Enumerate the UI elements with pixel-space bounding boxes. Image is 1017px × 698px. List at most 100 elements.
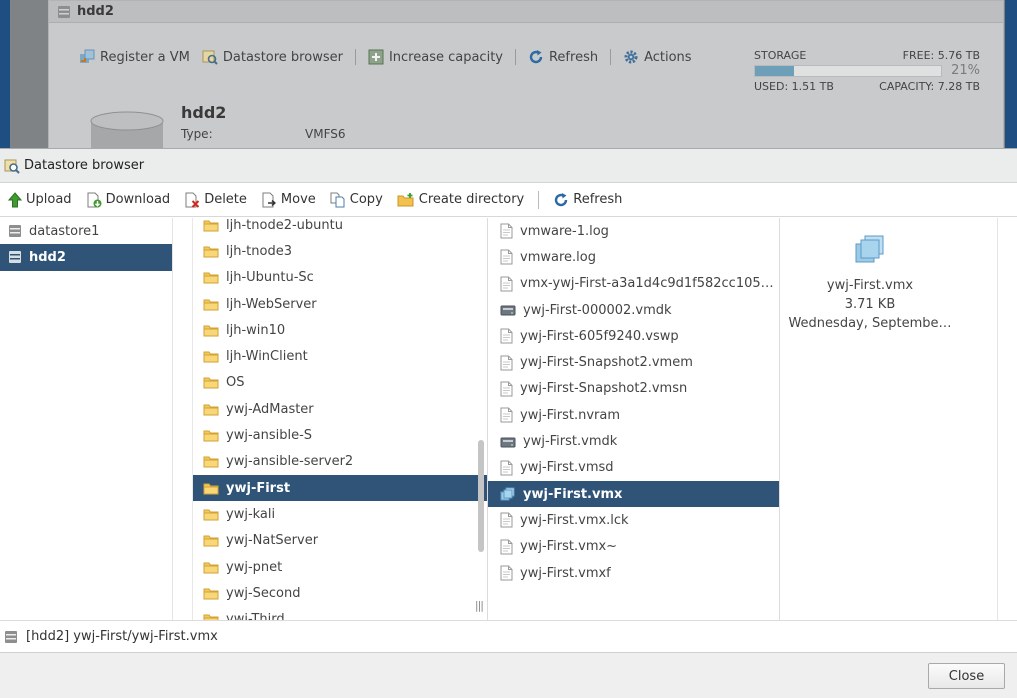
storage-summary: STORAGE FREE: 5.76 TB 21% USED: 1.51 TB … [754, 49, 980, 93]
file-item[interactable]: ywj-First.nvram [488, 402, 779, 428]
folder-item-label: ljh-Ubuntu-Sc [226, 270, 314, 286]
folder-item-label: ywj-NatServer [226, 533, 319, 549]
file-item[interactable]: ywj-First.vmsd [488, 455, 779, 481]
refresh-icon [528, 49, 544, 65]
close-button[interactable]: Close [928, 663, 1005, 689]
file-item[interactable]: ywj-First.vmx [488, 480, 779, 508]
panel-titlebar: hdd2 [49, 1, 1003, 23]
increase-capacity-button[interactable]: Increase capacity [368, 49, 503, 65]
folder-item[interactable]: ywj-First [193, 474, 487, 502]
file-item[interactable]: ywj-First.vmdk [488, 428, 779, 454]
folder-item[interactable]: ljh-tnode3 [193, 238, 487, 264]
folder-icon [203, 219, 219, 232]
delete-icon [184, 192, 200, 208]
copy-icon [330, 192, 346, 208]
dialog-toolbar: Upload Download Delete Move Copy Create … [0, 183, 1017, 217]
dialog-footer: Close [0, 652, 1017, 698]
datastore-list: datastore1 hdd2 [0, 218, 173, 620]
file-icon [500, 328, 513, 344]
folder-item[interactable]: ywj-NatServer [193, 528, 487, 554]
upload-button[interactable]: Upload [8, 191, 72, 208]
file-item[interactable]: vmware.log [488, 244, 779, 270]
file-item[interactable]: vmx-ywj-First-a3a1d4c9d1f582cc105… [488, 271, 779, 297]
folder-item[interactable]: ywj-Third [193, 606, 487, 620]
datastore-item[interactable]: hdd2 [0, 244, 172, 271]
file-item-label: vmx-ywj-First-a3a1d4c9d1f582cc105… [520, 276, 774, 292]
toolbar-separator [514, 49, 516, 65]
file-item[interactable]: ywj-First.vmx.lck [488, 507, 779, 533]
storage-free: FREE: 5.76 TB [902, 49, 980, 62]
current-path: [hdd2] ywj-First/ywj-First.vmx [26, 629, 218, 644]
disk-icon [500, 435, 516, 449]
storage-percent: 21% [951, 63, 980, 78]
dialog-titlebar: Datastore browser [0, 149, 1017, 183]
file-item-label: ywj-First.nvram [520, 407, 621, 423]
file-item[interactable]: ywj-First-000002.vmdk [488, 297, 779, 323]
folder-item[interactable]: ljh-Ubuntu-Sc [193, 265, 487, 291]
folder-item[interactable]: ljh-WebServer [193, 291, 487, 317]
create-directory-button[interactable]: Create directory [397, 192, 524, 208]
file-item-label: ywj-First.vmdk [523, 434, 618, 450]
folder-item-label: ywj-Third [226, 612, 285, 620]
toolbar-separator [610, 49, 612, 65]
register-vm-icon [79, 49, 95, 65]
file-item-label: vmware.log [520, 249, 596, 265]
download-button[interactable]: Download [86, 192, 170, 208]
file-item-label: ywj-First.vmxf [520, 565, 611, 581]
file-icon [500, 565, 513, 581]
folder-icon [203, 561, 219, 574]
folder-item-label: ljh-tnode2-ubuntu [226, 218, 343, 233]
folder-icon [203, 482, 219, 495]
folder-icon [203, 587, 219, 600]
folder-item[interactable]: ywj-kali [193, 501, 487, 527]
file-item-label: ywj-First.vmsd [520, 460, 614, 476]
file-icon [500, 355, 513, 371]
storage-usage-fill [755, 66, 795, 76]
delete-button[interactable]: Delete [184, 192, 247, 208]
folder-item[interactable]: ywj-pnet [193, 554, 487, 580]
file-item[interactable]: vmware-1.log [488, 218, 779, 244]
datastore-browser-button[interactable]: Datastore browser [202, 49, 343, 65]
vm-icon [780, 232, 960, 268]
preview-file-size: 3.71 KB [844, 297, 896, 312]
file-item[interactable]: ywj-First-605f9240.vswp [488, 323, 779, 349]
file-item[interactable]: ywj-First.vmxf [488, 560, 779, 586]
register-vm-button[interactable]: Register a VM [79, 49, 190, 65]
folder-icon [203, 534, 219, 547]
folder-list-scrollbar[interactable] [478, 440, 484, 552]
folder-item[interactable]: ljh-WinClient [193, 343, 487, 369]
folder-icon [203, 376, 219, 389]
folder-item[interactable]: ywj-AdMaster [193, 396, 487, 422]
folder-item-label: ywj-ansible-server2 [226, 454, 354, 470]
type-value: VMFS6 [305, 127, 346, 141]
disk-icon [500, 303, 516, 317]
storage-used: USED: 1.51 TB [754, 80, 834, 93]
folder-item[interactable]: ljh-win10 [193, 317, 487, 343]
copy-button[interactable]: Copy [330, 192, 383, 208]
datastore-item[interactable]: datastore1 [0, 218, 172, 244]
file-item[interactable]: ywj-First.vmx~ [488, 534, 779, 560]
folder-item[interactable]: ywj-ansible-S [193, 422, 487, 448]
file-item-label: ywj-First-605f9240.vswp [520, 328, 679, 344]
actions-button[interactable]: Actions [623, 49, 692, 65]
move-button[interactable]: Move [261, 192, 316, 208]
folder-item[interactable]: OS [193, 370, 487, 396]
file-item[interactable]: ywj-First-Snapshot2.vmem [488, 349, 779, 375]
folder-item[interactable]: ywj-ansible-server2 [193, 449, 487, 475]
folder-item[interactable]: ljh-tnode2-ubuntu [193, 218, 487, 238]
file-icon [500, 381, 513, 397]
preview-file-name: ywj-First.vmx [826, 278, 914, 293]
new-folder-icon [397, 192, 415, 208]
column-resize-handle[interactable]: ||| [475, 599, 484, 612]
file-item-label: ywj-First.vmx~ [520, 539, 618, 555]
file-icon [500, 223, 513, 239]
datastore-name: hdd2 [181, 103, 227, 122]
refresh-button[interactable]: Refresh [528, 49, 598, 65]
toolbar-separator [538, 190, 540, 209]
refresh-button[interactable]: Refresh [553, 192, 622, 208]
vm-icon [500, 486, 516, 502]
folder-item[interactable]: ywj-Second [193, 580, 487, 606]
datastore-browser-dialog: Datastore browser Upload Download Delete… [0, 148, 1017, 698]
file-item[interactable]: ywj-First-Snapshot2.vmsn [488, 376, 779, 402]
file-icon [500, 249, 513, 265]
